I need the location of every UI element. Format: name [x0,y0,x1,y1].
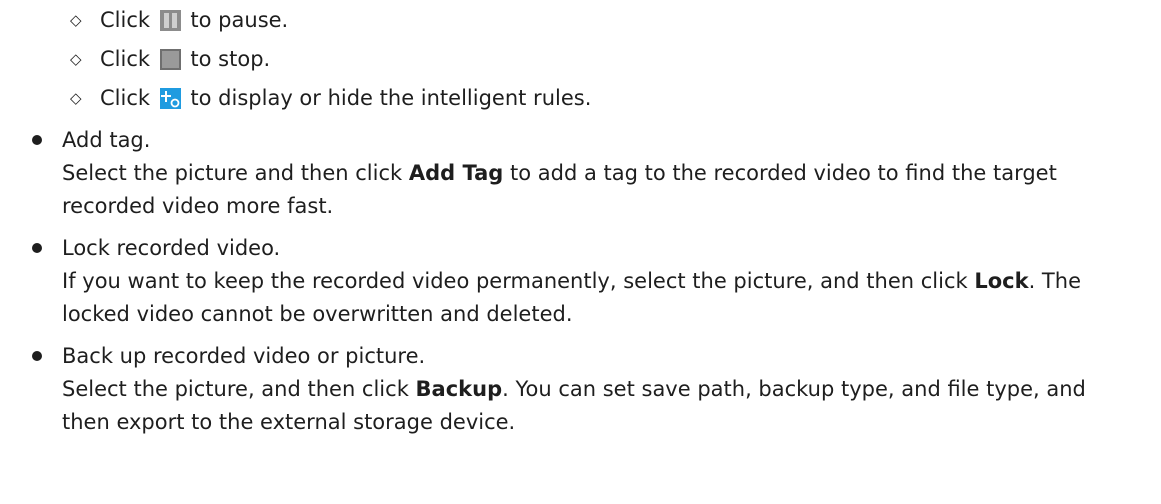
item-description-cont: recorded video more fast. [62,194,334,218]
item-description: If you want to keep the recorded video p… [62,267,1081,295]
pause-icon [159,10,181,31]
sub-item-suffix: to display or hide the intelligent rules… [190,86,592,110]
ui-term-add-tag: Add Tag [408,161,504,185]
item-text: . The [1028,269,1081,293]
stop-icon [159,49,181,70]
item-description-cont: then export to the external storage devi… [62,410,516,434]
item-text: Select the picture and then click [62,161,409,185]
item-title: Add tag. [62,128,151,152]
item-description: Select the picture, and then click Backu… [62,375,1086,403]
item-text: . You can set save path, backup type, an… [502,377,1086,401]
item-description: Select the picture and then click Add Ta… [62,159,1057,187]
sub-item-prefix: Click [100,86,151,110]
intelligent-rules-glyph [159,88,181,109]
diamond-bullet: ◇ [70,50,82,68]
ui-term-lock: Lock [974,269,1029,293]
sub-item-prefix: Click [100,8,151,32]
sub-item-stop: Click to stop. [100,45,270,73]
item-title: Lock recorded video. [62,236,281,260]
intelligent-rules-icon [159,88,181,109]
item-text: to add a tag to the recorded video to fi… [503,161,1057,185]
bullet [32,243,42,253]
diamond-bullet: ◇ [70,89,82,107]
bullet [32,351,42,361]
bullet [32,135,42,145]
sub-item-suffix: to pause. [190,8,289,32]
item-description-cont: locked video cannot be overwritten and d… [62,302,573,326]
sub-item-prefix: Click [100,47,151,71]
sub-item-rules: Click to display or hide the intelligent… [100,84,591,112]
sub-item-pause: Click to pause. [100,6,288,34]
sub-item-suffix: to stop. [190,47,271,71]
diamond-bullet: ◇ [70,11,82,29]
ui-term-backup: Backup [415,377,503,401]
item-title: Back up recorded video or picture. [62,344,426,368]
item-text: If you want to keep the recorded video p… [62,269,975,293]
item-text: Select the picture, and then click [62,377,416,401]
